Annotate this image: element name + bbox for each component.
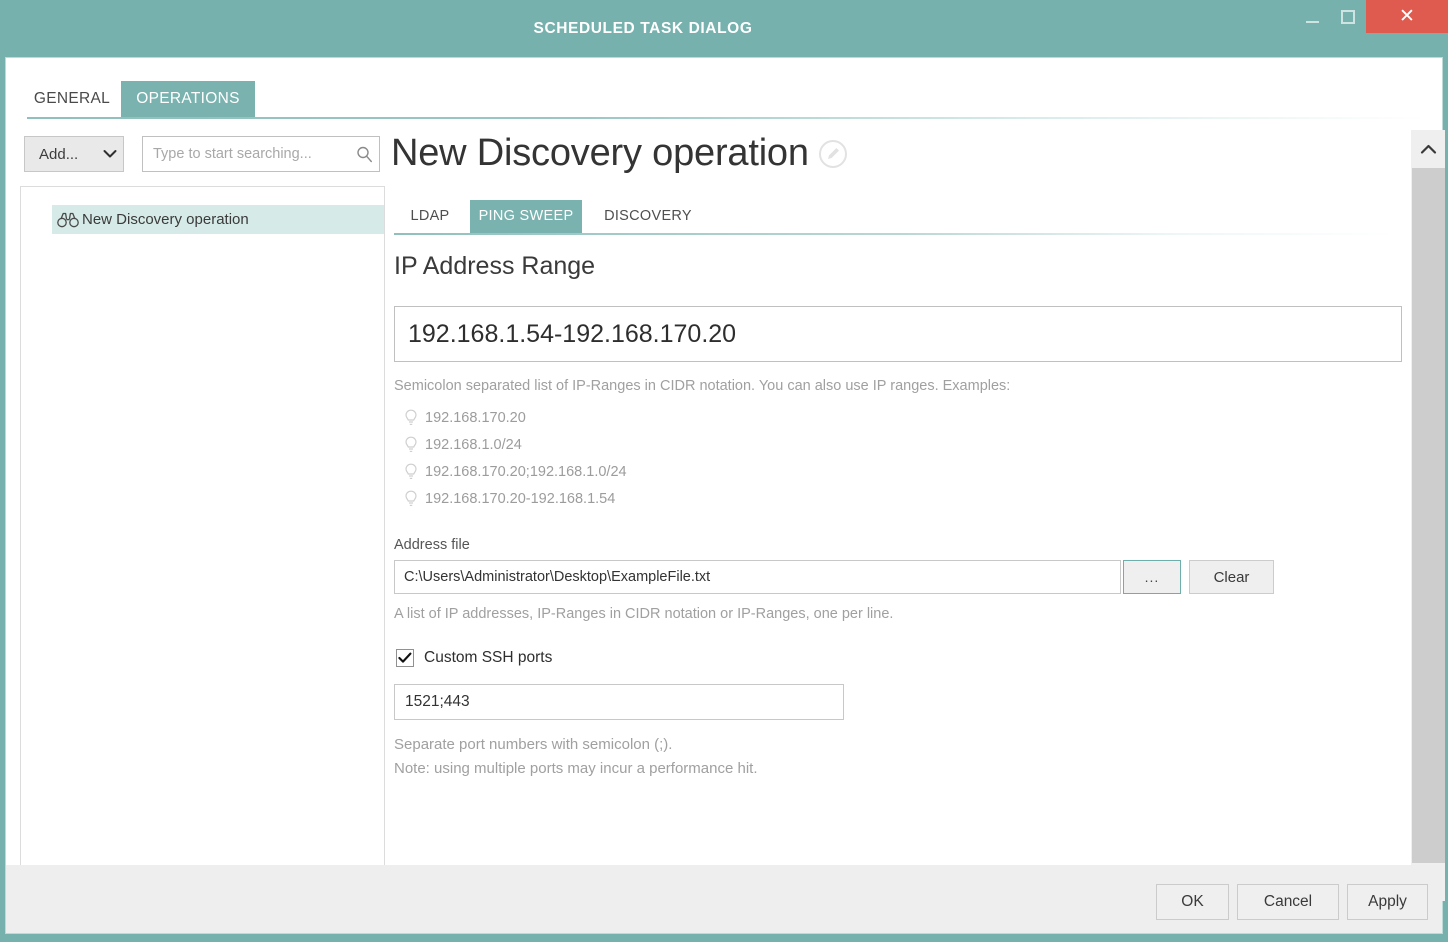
- window-title: SCHEDULED TASK DIALOG: [0, 0, 1286, 57]
- operations-left-panel: Add...: [20, 136, 385, 901]
- address-file-input[interactable]: [394, 560, 1121, 594]
- custom-ssh-ports-label: Custom SSH ports: [424, 649, 552, 667]
- ip-range-examples-list: 192.168.170.20 192.168.1.0/24: [397, 404, 627, 512]
- ports-hint-line-2: Note: using multiple ports may incur a p…: [394, 760, 758, 777]
- sub-tab-underline: [394, 233, 1399, 235]
- address-file-label: Address file: [394, 537, 470, 553]
- list-item: 192.168.1.0/24: [397, 431, 627, 458]
- top-tab-bar: GENERAL OPERATIONS: [6, 81, 1442, 121]
- dialog-footer: OK Cancel Apply: [6, 865, 1442, 933]
- chevron-down-icon: [97, 149, 123, 159]
- page-title: New Discovery operation: [391, 126, 809, 180]
- minimize-button[interactable]: [1294, 0, 1330, 33]
- ports-hint-line-1: Separate port numbers with semicolon (;)…: [394, 736, 672, 753]
- tab-ping-sweep[interactable]: PING SWEEP: [470, 200, 582, 233]
- window-bottom-strip: [0, 934, 1448, 942]
- maximize-icon: [1341, 10, 1355, 24]
- top-tab-underline: [27, 117, 1427, 119]
- add-operation-button[interactable]: Add...: [24, 136, 124, 172]
- tab-ldap[interactable]: LDAP: [394, 200, 466, 233]
- tree-item-label: New Discovery operation: [82, 211, 249, 228]
- list-item: 192.168.170.20;192.168.1.0/24: [397, 458, 627, 485]
- page-title-row: New Discovery operation: [391, 126, 848, 180]
- lightbulb-icon: [397, 436, 425, 454]
- content-scrollbar[interactable]: [1411, 130, 1444, 901]
- ok-button[interactable]: OK: [1156, 884, 1229, 920]
- operations-tree: New Discovery operation: [20, 186, 385, 888]
- custom-ssh-ports-checkbox[interactable]: [396, 649, 414, 667]
- browse-file-button[interactable]: ...: [1123, 560, 1181, 594]
- tab-discovery[interactable]: DISCOVERY: [586, 200, 710, 233]
- custom-ssh-ports-checkbox-row[interactable]: Custom SSH ports: [396, 649, 552, 667]
- operation-sub-tab-bar: LDAP PING SWEEP DISCOVERY: [394, 200, 1401, 240]
- custom-ssh-ports-input[interactable]: [394, 684, 844, 720]
- address-file-hint: A list of IP addresses, IP-Ranges in CID…: [394, 606, 893, 622]
- clear-file-button[interactable]: Clear: [1189, 560, 1274, 594]
- minimize-icon: [1306, 21, 1319, 23]
- lightbulb-icon: [397, 463, 425, 481]
- example-text: 192.168.1.0/24: [425, 437, 522, 453]
- add-button-label: Add...: [25, 146, 97, 163]
- list-item: 192.168.170.20-192.168.1.54: [397, 485, 627, 512]
- tab-general[interactable]: GENERAL: [27, 81, 117, 117]
- check-icon: [398, 652, 412, 664]
- search-input[interactable]: [143, 146, 349, 162]
- example-text: 192.168.170.20: [425, 410, 526, 426]
- binoculars-icon: [54, 212, 82, 228]
- example-text: 192.168.170.20;192.168.1.0/24: [425, 464, 627, 480]
- close-icon: ✕: [1399, 5, 1415, 28]
- cancel-button[interactable]: Cancel: [1237, 884, 1339, 920]
- title-bar: SCHEDULED TASK DIALOG ✕: [0, 0, 1448, 57]
- operation-detail-panel: New Discovery operation LDAP PING SWEEP …: [391, 126, 1401, 901]
- scroll-up-button[interactable]: [1412, 130, 1445, 168]
- search-box[interactable]: [142, 136, 380, 172]
- maximize-button[interactable]: [1330, 0, 1366, 33]
- lightbulb-icon: [397, 490, 425, 508]
- search-icon[interactable]: [349, 146, 379, 163]
- close-button[interactable]: ✕: [1366, 0, 1448, 33]
- section-title-ip-address-range: IP Address Range: [394, 252, 595, 281]
- apply-button[interactable]: Apply: [1347, 884, 1428, 920]
- list-item: 192.168.170.20: [397, 404, 627, 431]
- tree-item-new-discovery-operation[interactable]: New Discovery operation: [52, 205, 385, 234]
- scrollbar-thumb[interactable]: [1412, 168, 1445, 863]
- dialog-body: GENERAL OPERATIONS Add...: [5, 57, 1443, 934]
- ip-range-hint: Semicolon separated list of IP-Ranges in…: [394, 378, 1010, 394]
- example-text: 192.168.170.20-192.168.1.54: [425, 491, 615, 507]
- lightbulb-icon: [397, 409, 425, 427]
- scheduled-task-dialog-window: SCHEDULED TASK DIALOG ✕ GENERAL OPERATIO…: [0, 0, 1448, 942]
- chevron-up-icon: [1420, 144, 1437, 155]
- pencil-circle-icon[interactable]: [818, 139, 848, 174]
- tab-operations[interactable]: OPERATIONS: [121, 81, 255, 117]
- ip-address-range-input[interactable]: [394, 306, 1402, 362]
